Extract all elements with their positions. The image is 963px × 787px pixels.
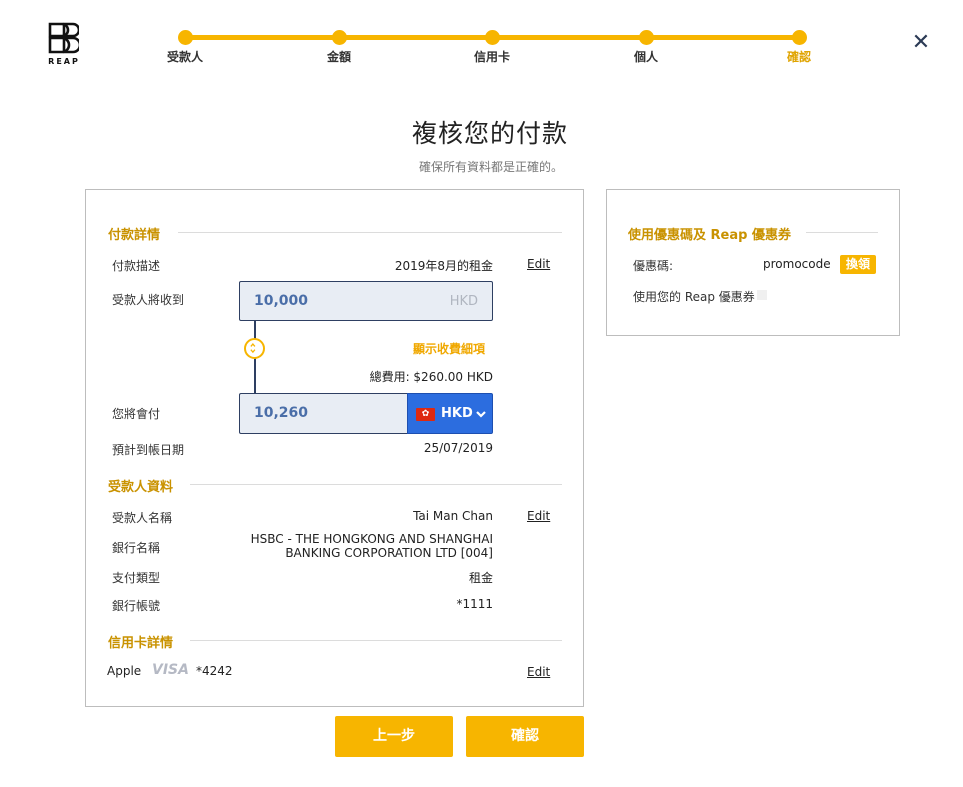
redeem-button[interactable]: 換領 [840,255,876,274]
account-number-value: *1111 [456,597,493,611]
step-label: 信用卡 [473,50,510,64]
edit-recipient-link[interactable]: Edit [527,509,550,523]
step-dot [331,30,347,45]
step-label: 確認 [786,50,811,64]
step-label: 金額 [326,50,351,64]
step-amount[interactable]: 金額 [289,30,389,65]
bank-name-line1: HSBC - THE HONGKONG AND SHANGHAI [250,532,493,546]
step-dot [484,30,500,45]
hk-flag-icon: ✿ [416,408,435,421]
arrival-label: 預計到帳日期 [112,443,185,457]
bank-name-label: 銀行名稱 [112,541,161,555]
divider [190,484,562,485]
account-number-label: 銀行帳號 [112,599,161,613]
receive-currency: HKD [449,294,478,309]
promo-code-value: promocode [763,257,831,271]
step-dot [177,30,193,45]
bank-name-line2: BANKING CORPORATION LTD [004] [285,546,493,560]
pay-currency: HKD [441,406,473,421]
total-fee: 總費用: $260.00 HKD [369,370,493,384]
visa-logo: VISA [152,662,189,678]
show-fee-breakdown-link[interactable]: 顯示收費細項 [413,340,485,357]
chevron-down-icon [476,411,486,418]
credit-card-heading: 信用卡詳情 [108,636,174,651]
receive-amount-field[interactable]: 10,000 HKD [239,281,493,321]
step-personal[interactable]: 個人 [596,30,696,65]
promo-heading: 使用優惠碼及 Reap 優惠券 [628,228,791,243]
description-label: 付款描述 [112,259,161,273]
receive-amount-value: 10,000 [254,293,309,309]
currency-select[interactable]: ✿ HKD [407,393,493,434]
pay-amount-value: 10,260 [254,405,309,421]
close-icon[interactable]: ✕ [910,32,932,54]
swap-arrows-icon[interactable] [244,338,265,359]
step-dot [791,30,807,45]
step-label: 個人 [633,50,658,64]
card-last4: *4242 [196,664,233,678]
divider [178,232,562,233]
pay-amount-field[interactable]: 10,260 [239,393,408,434]
voucher-label: 使用您的 Reap 優惠券 [633,290,755,304]
divider [190,640,562,641]
confirm-button[interactable]: 確認 [466,716,584,757]
promo-card: 使用優惠碼及 Reap 優惠券 優惠碼: promocode 換領 使用您的 R… [606,189,900,336]
step-recipient[interactable]: 受款人 [135,30,235,65]
recipient-name-value: Tai Man Chan [413,509,493,523]
recipient-name-label: 受款人名稱 [112,511,173,525]
description-value: 2019年8月的租金 [394,259,493,273]
step-dot [638,30,654,45]
step-label: 受款人 [166,50,203,64]
wallet-name: Apple [107,664,142,678]
progress-stepper: 受款人 金額 信用卡 個人 確認 [0,0,963,70]
pay-label: 您將會付 [112,407,161,421]
edit-card-link[interactable]: Edit [527,665,550,679]
edit-payment-link[interactable]: Edit [527,257,550,271]
back-button[interactable]: 上一步 [335,716,453,757]
recipient-heading: 受款人資料 [108,480,174,495]
payment-review-card: 付款詳情 付款描述 2019年8月的租金 Edit 受款人將收到 10,000 … [85,189,584,707]
arrival-value: 25/07/2019 [423,441,493,455]
step-confirm[interactable]: 確認 [749,30,849,65]
payment-type-value: 租金 [468,571,493,585]
page-subtitle: 確保所有資料都是正確的。 [418,160,563,174]
divider [806,232,878,233]
page-title: 複核您的付款 [411,119,568,148]
receive-label: 受款人將收到 [112,293,185,307]
voucher-checkbox[interactable] [757,290,767,300]
promo-code-label: 優惠碼: [633,259,674,273]
payment-type-label: 支付類型 [112,571,161,585]
step-credit-card[interactable]: 信用卡 [442,30,542,65]
payment-details-heading: 付款詳情 [108,228,161,243]
